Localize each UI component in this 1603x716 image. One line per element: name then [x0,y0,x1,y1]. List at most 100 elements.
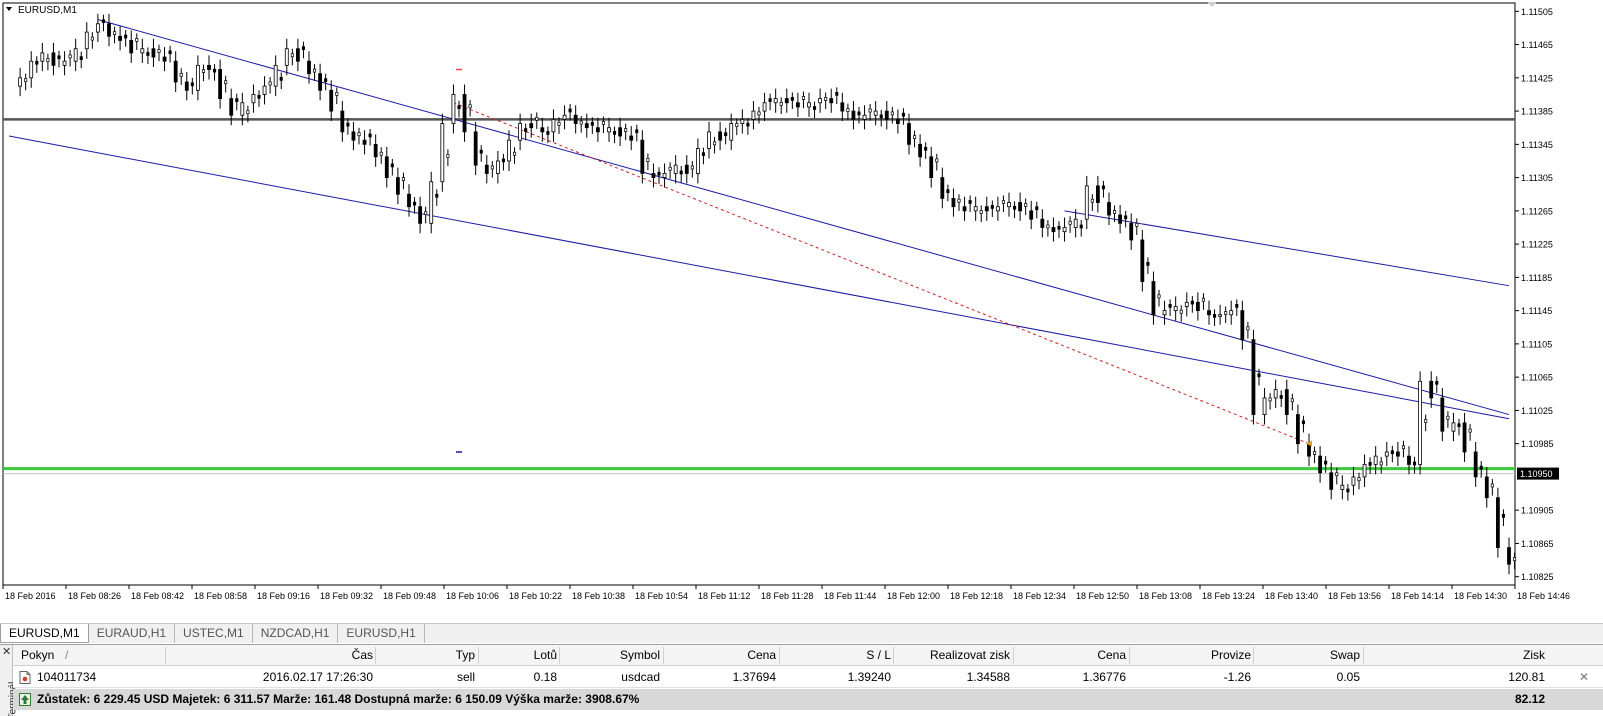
candle-body [1213,314,1217,318]
price-chart[interactable]: EURUSD,M1 1.11505 1.11465 1.11425 1.11385 1.1… [0,0,1603,623]
price-axis-label: 1.11345 [1521,140,1553,150]
candle-body [435,193,439,198]
order-profit: 120.81 [1508,670,1545,684]
close-order-icon[interactable]: ✕ [1579,667,1589,688]
candle-body [1329,472,1334,490]
summary-profit: 82.12 [1514,692,1545,706]
candle-body [735,123,739,127]
candle-body [90,36,94,41]
candle-body [429,181,434,224]
time-axis-label: 18 Feb 12:00 [887,591,940,601]
candle-body [179,72,183,77]
time-axis-label: 18 Feb 08:58 [194,591,247,601]
candle-body [707,131,711,149]
candle-body [890,111,894,116]
header-symbol[interactable]: Symbol [573,645,660,666]
tab-euraud-h1[interactable]: EURAUD,H1 [89,624,176,643]
candle-body [790,97,794,101]
order-type: sell [456,670,475,684]
header-sl[interactable]: S / L [803,645,891,666]
candle-body [918,143,923,158]
candle-body [1057,225,1061,230]
header-tp[interactable]: Realizovat zisk [913,645,1010,666]
candle-body [1062,227,1067,233]
candle-body [635,129,639,134]
candle-body [818,98,823,104]
header-time[interactable]: Čas [273,645,373,666]
candle-body [1151,281,1156,316]
account-summary-row: Zůstatek: 6 229.45 USD Majetek: 6 311.57… [13,689,1603,710]
candle-body [262,85,267,95]
candle-body [1279,395,1283,399]
candle-body [990,205,994,209]
candle-body [1113,210,1117,214]
candle-body [873,110,878,116]
candle-body [535,116,539,121]
candle-body [1357,477,1361,482]
candle-body [1346,488,1350,493]
header-order[interactable]: Pokyn [21,645,54,666]
tab-nzdcad-h1[interactable]: NZDCAD,H1 [253,624,339,643]
time-axis-label: 18 Feb 11:12 [698,591,750,601]
candle-body [24,78,28,83]
tab-eurusd-m1[interactable]: EURUSD,M1 [0,624,89,643]
candle-body [1479,465,1483,470]
candle-body [190,82,194,87]
time-axis-label: 18 Feb 2016 [5,591,56,601]
tab-eurusd-h1[interactable]: EURUSD,H1 [338,624,425,643]
candle-body [679,170,683,175]
tab-ustec-m1[interactable]: USTEC,M1 [175,624,253,643]
candle-body [135,37,139,42]
candle-body [390,163,394,168]
candle-body [146,52,150,56]
candle-body [524,128,528,132]
candle-body [1495,497,1500,548]
candle-body [995,206,1000,212]
candle-body [590,121,594,126]
candle-body [1373,455,1378,465]
candle-body [1451,422,1456,432]
candle-body [1140,239,1145,282]
candle-body [279,77,283,81]
order-row[interactable]: 104011734 2016.02.17 17:26:30 sell 0.18 … [13,667,1603,688]
price-axis-label: 1.11225 [1521,240,1553,250]
candle-body [884,110,889,120]
chart-symbol-label: EURUSD,M1 [18,5,77,16]
candle-body [51,52,56,66]
header-lots[interactable]: Lotů [493,645,557,666]
candle-body [484,164,489,174]
candle-body [1490,483,1494,488]
price-axis-label: 1.11505 [1521,7,1553,17]
candle-body [979,210,983,214]
candle-body [490,165,494,170]
candle-body [546,131,550,135]
header-profit[interactable]: Zisk [1473,645,1545,666]
candle-body [301,46,305,51]
candle-body [284,48,289,66]
time-axis-label: 18 Feb 11:28 [761,591,813,601]
header-price[interactable]: Cena [693,645,776,666]
candle-body [1135,222,1139,227]
candle-body [1318,455,1323,474]
close-icon[interactable]: ✕ [2,645,11,658]
candle-body [201,69,205,73]
price-axis-label: 1.11385 [1521,107,1553,117]
candle-body [413,201,417,206]
candle-body [46,58,50,63]
candle-body [1251,339,1256,415]
header-type[interactable]: Typ [393,645,475,666]
candle-body [895,119,900,124]
header-current-price[interactable]: Cena [1043,645,1126,666]
candle-body [1013,205,1017,210]
header-swap[interactable]: Swap [1283,645,1360,666]
candle-body [1507,547,1511,565]
candle-body [68,54,72,59]
candle-body [840,102,845,112]
candle-body [73,48,78,62]
header-commission[interactable]: Provize [1163,645,1251,666]
candle-body [495,160,500,174]
candle-body [207,64,211,70]
candle-body [684,164,689,174]
candle-body [1468,428,1472,433]
candle-body [240,102,245,116]
